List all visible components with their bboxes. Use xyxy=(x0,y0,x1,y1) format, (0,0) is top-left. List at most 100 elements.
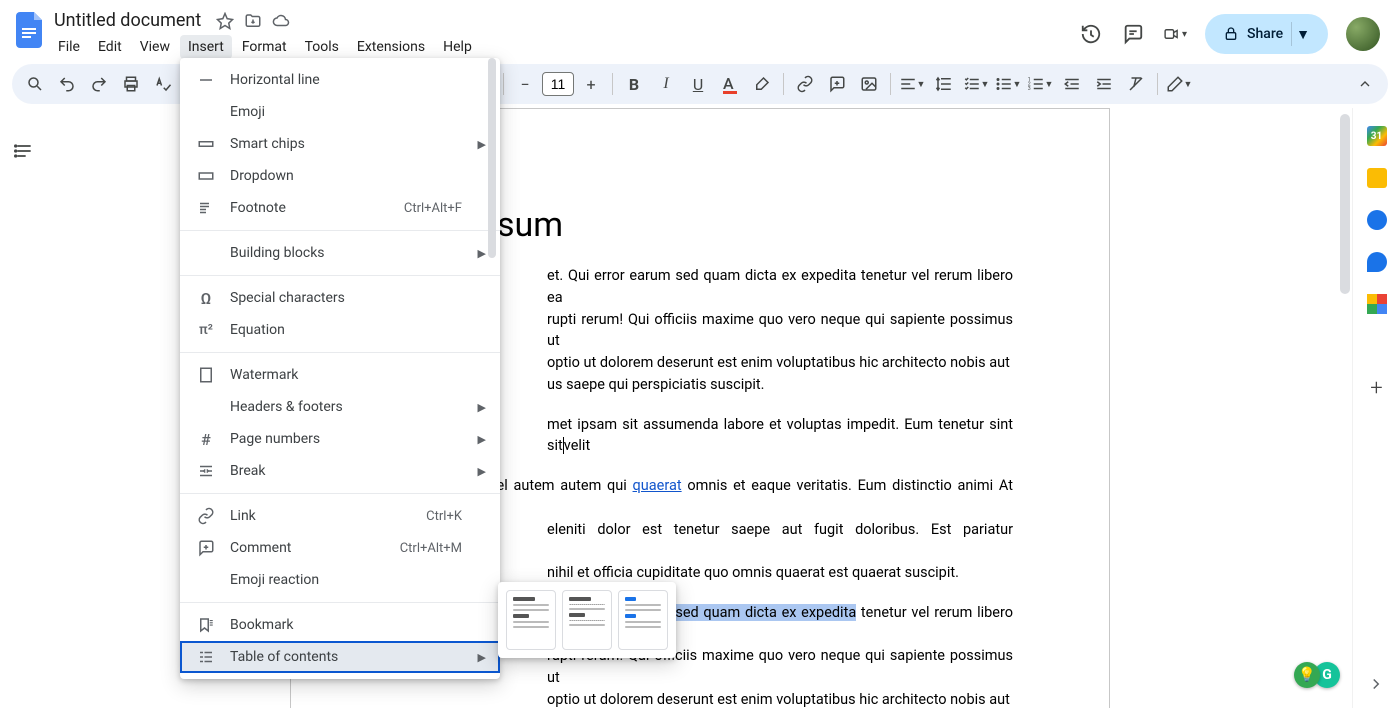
insert-image-icon[interactable] xyxy=(854,69,884,99)
italic-icon[interactable]: I xyxy=(651,69,681,99)
insert-link-icon[interactable] xyxy=(790,69,820,99)
menu-item-label: Horizontal line xyxy=(230,72,320,88)
omega-icon: Ω xyxy=(196,288,216,308)
menu-edit[interactable]: Edit xyxy=(90,35,130,59)
watermark-icon xyxy=(196,365,216,385)
highlight-color-icon[interactable] xyxy=(747,69,777,99)
menu-file[interactable]: File xyxy=(50,35,88,59)
shortcut-label: Ctrl+Alt+M xyxy=(400,541,462,556)
maps-addon-icon[interactable] xyxy=(1367,294,1387,314)
meet-icon[interactable]: ▾ xyxy=(1163,22,1187,46)
insert-horizontal-line[interactable]: Horizontal line xyxy=(180,64,500,96)
numbered-list-icon[interactable]: 123▼ xyxy=(1025,69,1055,99)
decrease-indent-icon[interactable] xyxy=(1057,69,1087,99)
vertical-scrollbar[interactable] xyxy=(1340,114,1350,294)
header: Untitled document FileEditViewInsertForm… xyxy=(0,0,1400,60)
menu-item-label: Building blocks xyxy=(230,245,325,261)
add-comment-icon[interactable] xyxy=(822,69,852,99)
menu-view[interactable]: View xyxy=(132,35,178,59)
bold-icon[interactable]: B xyxy=(619,69,649,99)
font-size-input[interactable] xyxy=(542,72,574,96)
insert-building-blocks[interactable]: Building blocks▶ xyxy=(180,237,500,269)
insert-footnote[interactable]: FootnoteCtrl+Alt+F xyxy=(180,192,500,224)
toc-submenu xyxy=(498,582,676,658)
contacts-addon-icon[interactable] xyxy=(1367,252,1387,272)
insert-watermark[interactable]: Watermark xyxy=(180,359,500,391)
redo-icon[interactable] xyxy=(84,69,114,99)
menu-item-label: Watermark xyxy=(230,367,298,383)
menu-item-label: Headers & footers xyxy=(230,399,343,415)
align-icon[interactable]: ▼ xyxy=(897,69,927,99)
shortcut-label: Ctrl+K xyxy=(426,509,462,524)
link-quaerat[interactable]: quaerat xyxy=(633,477,682,494)
clear-format-icon[interactable] xyxy=(1121,69,1151,99)
insert-link[interactable]: LinkCtrl+K xyxy=(180,500,500,532)
break-icon xyxy=(196,461,216,481)
pagenum-icon: # xyxy=(196,429,216,449)
spellcheck-icon[interactable] xyxy=(148,69,178,99)
underline-icon[interactable]: U xyxy=(683,69,713,99)
document-title[interactable]: Untitled document xyxy=(48,8,207,33)
share-button[interactable]: Share ▼ xyxy=(1205,14,1328,54)
insert-headers-footers[interactable]: Headers & footers▶ xyxy=(180,391,500,423)
increase-font-icon[interactable]: + xyxy=(576,69,606,99)
move-icon[interactable] xyxy=(243,11,263,31)
keep-addon-icon[interactable] xyxy=(1367,168,1387,188)
insert-comment[interactable]: Comment Ctrl+Alt+M xyxy=(180,532,500,564)
share-label: Share xyxy=(1247,26,1283,42)
insert-equation[interactable]: π²Equation xyxy=(180,314,500,346)
account-avatar[interactable] xyxy=(1346,17,1380,51)
print-icon[interactable] xyxy=(116,69,146,99)
search-menus-icon[interactable] xyxy=(20,69,50,99)
insert-break[interactable]: Break▶ xyxy=(180,455,500,487)
menu-item-label: Special characters xyxy=(230,290,345,306)
bulleted-list-icon[interactable]: ▼ xyxy=(993,69,1023,99)
menu-item-label: Bookmark xyxy=(230,617,294,633)
undo-icon[interactable] xyxy=(52,69,82,99)
star-icon[interactable] xyxy=(215,11,235,31)
get-addons-icon[interactable]: + xyxy=(1367,378,1387,398)
dropdown-icon xyxy=(196,166,216,186)
insert-bookmark[interactable]: Bookmark xyxy=(180,609,500,641)
insert-page-numbers[interactable]: #Page numbers▶ xyxy=(180,423,500,455)
comment-icon xyxy=(196,538,216,558)
comments-icon[interactable] xyxy=(1121,22,1145,46)
toc-option-plain[interactable] xyxy=(506,590,556,650)
history-icon[interactable] xyxy=(1079,22,1103,46)
docs-logo-icon[interactable] xyxy=(12,12,48,48)
insert-emoji-reaction[interactable]: Emoji reaction xyxy=(180,564,500,596)
outline-icon[interactable] xyxy=(9,136,39,166)
insert-emoji[interactable]: Emoji xyxy=(180,96,500,128)
link-icon xyxy=(196,506,216,526)
decrease-font-icon[interactable]: − xyxy=(510,69,540,99)
menu-help[interactable]: Help xyxy=(435,35,480,59)
explore-badge-icon[interactable]: 💡 xyxy=(1294,662,1320,688)
line-spacing-icon[interactable] xyxy=(929,69,959,99)
insert-dropdown[interactable]: Dropdown xyxy=(180,160,500,192)
menu-tools[interactable]: Tools xyxy=(297,35,347,59)
collapse-toolbar-icon[interactable] xyxy=(1350,69,1380,99)
increase-indent-icon[interactable] xyxy=(1089,69,1119,99)
insert-special-characters[interactable]: Ω Special characters xyxy=(180,282,500,314)
menu-item-label: Table of contents xyxy=(230,649,338,665)
submenu-arrow-icon: ▶ xyxy=(478,433,486,446)
toc-option-links[interactable] xyxy=(618,590,668,650)
menu-format[interactable]: Format xyxy=(234,35,295,59)
insert-table-of-contents[interactable]: Table of contents▶ xyxy=(180,641,500,673)
menu-insert[interactable]: Insert xyxy=(180,35,232,59)
shortcut-label: Ctrl+Alt+F xyxy=(404,201,462,216)
cloud-status-icon[interactable] xyxy=(271,11,291,31)
checklist-icon[interactable]: ▼ xyxy=(961,69,991,99)
menu-extensions[interactable]: Extensions xyxy=(349,35,433,59)
menu-item-label: Comment xyxy=(230,540,291,556)
insert-smart-chips[interactable]: Smart chips▶ xyxy=(180,128,500,160)
share-dropdown-caret[interactable]: ▼ xyxy=(1291,22,1314,46)
editing-mode-icon[interactable]: ▼ xyxy=(1164,69,1194,99)
side-panel: 31 + xyxy=(1352,108,1400,708)
smartchips-icon xyxy=(196,134,216,154)
tasks-addon-icon[interactable] xyxy=(1367,210,1387,230)
toc-option-dotted[interactable] xyxy=(562,590,612,650)
hide-sidepanel-icon[interactable] xyxy=(1364,672,1388,696)
calendar-addon-icon[interactable]: 31 xyxy=(1367,126,1387,146)
text-color-icon[interactable]: A xyxy=(715,69,745,99)
